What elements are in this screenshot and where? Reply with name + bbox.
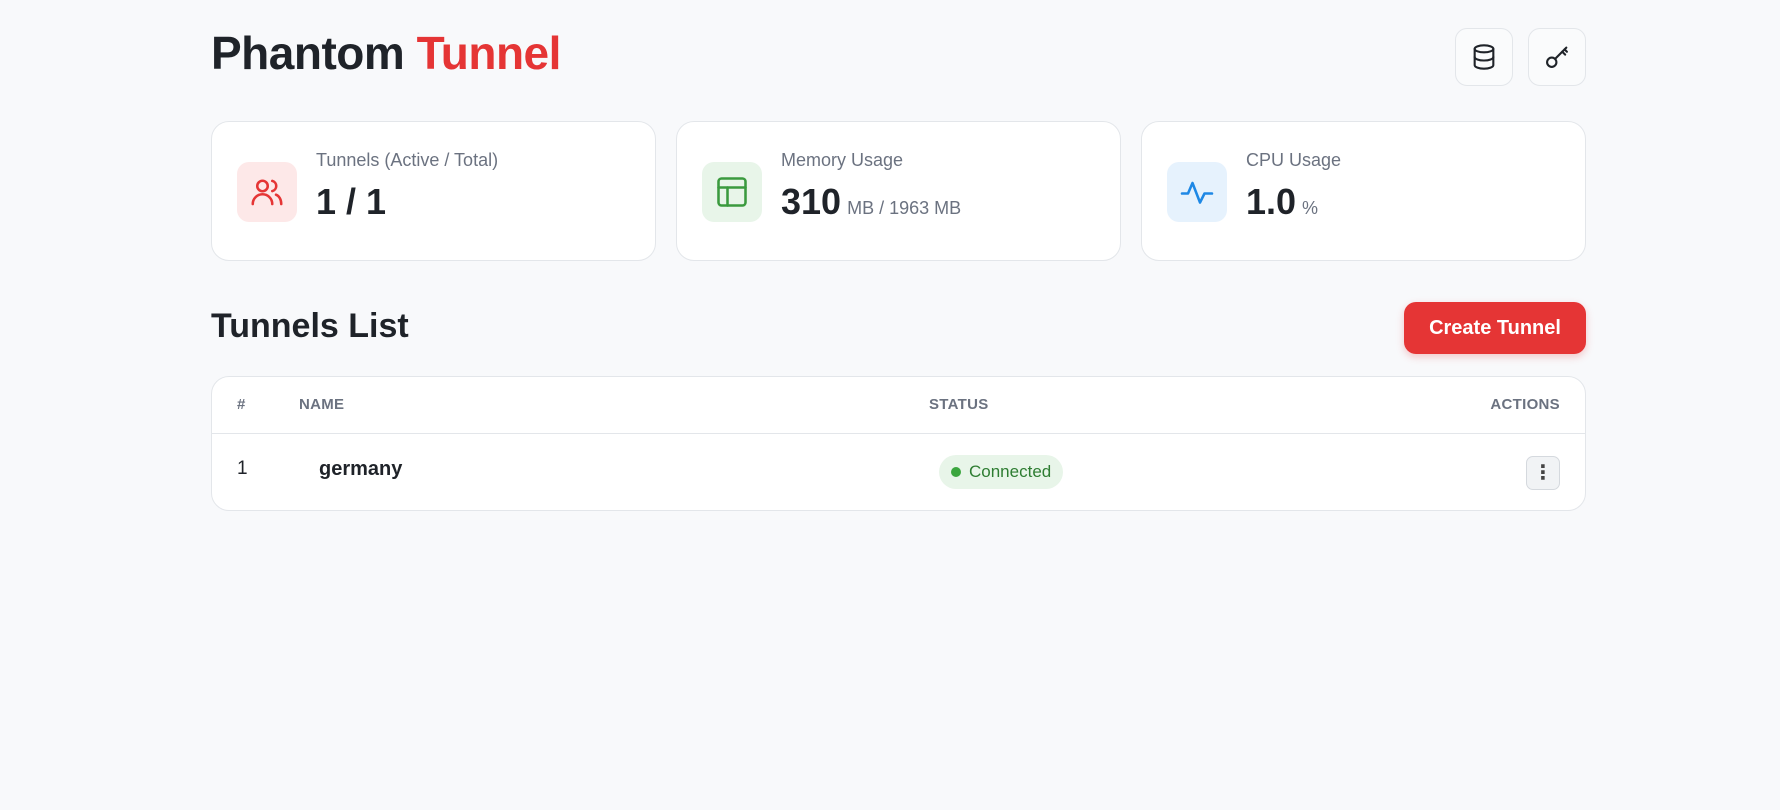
- table-row[interactable]: 1 germany Connected ⋮: [212, 434, 1585, 510]
- app-title-primary: Phantom: [211, 27, 405, 79]
- users-icon: [251, 179, 283, 206]
- stat-value: 1.0%: [1246, 182, 1341, 228]
- stat-number: 1.0: [1246, 181, 1297, 222]
- app-title: Phantom Tunnel: [211, 26, 561, 80]
- stat-text: CPU Usage 1.0%: [1246, 148, 1341, 228]
- stat-value: 310 MB / 1963 MB: [781, 182, 961, 228]
- key-icon: [1546, 46, 1568, 68]
- create-tunnel-button[interactable]: Create Tunnel: [1404, 302, 1586, 354]
- stat-card-cpu: CPU Usage 1.0%: [1141, 121, 1586, 261]
- column-header-status: STATUS: [929, 396, 989, 413]
- stat-unit: %: [1302, 198, 1319, 218]
- column-header-num: #: [237, 396, 246, 413]
- header: Phantom Tunnel: [211, 0, 1586, 110]
- stats-row: Tunnels (Active / Total) 1 / 1 Memory Us…: [211, 121, 1586, 261]
- status-badge: Connected: [939, 455, 1064, 489]
- stat-label: Tunnels (Active / Total): [316, 150, 499, 170]
- stat-card-memory: Memory Usage 310 MB / 1963 MB: [676, 121, 1121, 261]
- stat-number: 310: [781, 181, 842, 222]
- table-icon: [717, 177, 747, 207]
- stat-label: Memory Usage: [781, 150, 904, 170]
- app-title-accent: Tunnel: [416, 27, 562, 79]
- tunnels-table: # NAME STATUS ACTIONS 1 germany Connecte…: [211, 376, 1586, 511]
- key-button[interactable]: [1528, 28, 1586, 86]
- tunnel-name: germany: [319, 458, 403, 480]
- stat-icon-wrap: [1167, 162, 1227, 222]
- database-button[interactable]: [1455, 28, 1513, 86]
- column-header-actions: ACTIONS: [1490, 396, 1560, 413]
- stat-unit: MB / 1963 MB: [847, 198, 962, 218]
- stat-card-tunnels: Tunnels (Active / Total) 1 / 1: [211, 121, 656, 261]
- status-text: Connected: [969, 462, 1052, 481]
- app-container: Phantom Tunnel Tunnels (Active / Total) …: [211, 0, 1586, 511]
- stat-text: Tunnels (Active / Total) 1 / 1: [316, 148, 498, 222]
- stat-text: Memory Usage 310 MB / 1963 MB: [781, 148, 961, 228]
- section-title: Tunnels List: [211, 307, 409, 345]
- header-actions: [1455, 28, 1586, 86]
- more-vertical-icon: ⋮: [1533, 462, 1553, 484]
- column-header-name: NAME: [299, 396, 345, 413]
- stat-icon-wrap: [237, 162, 297, 222]
- database-icon: [1473, 44, 1495, 70]
- status-dot-icon: [951, 467, 961, 477]
- stat-icon-wrap: [702, 162, 762, 222]
- stat-label: CPU Usage: [1246, 150, 1342, 170]
- table-header: # NAME STATUS ACTIONS: [212, 377, 1585, 434]
- row-number: 1: [237, 458, 248, 479]
- row-actions-button[interactable]: ⋮: [1526, 456, 1560, 490]
- activity-icon: [1180, 181, 1214, 204]
- tunnels-section-header: Tunnels List Create Tunnel: [211, 301, 1586, 355]
- stat-number: 1 / 1: [316, 181, 387, 222]
- stat-value: 1 / 1: [316, 182, 498, 222]
